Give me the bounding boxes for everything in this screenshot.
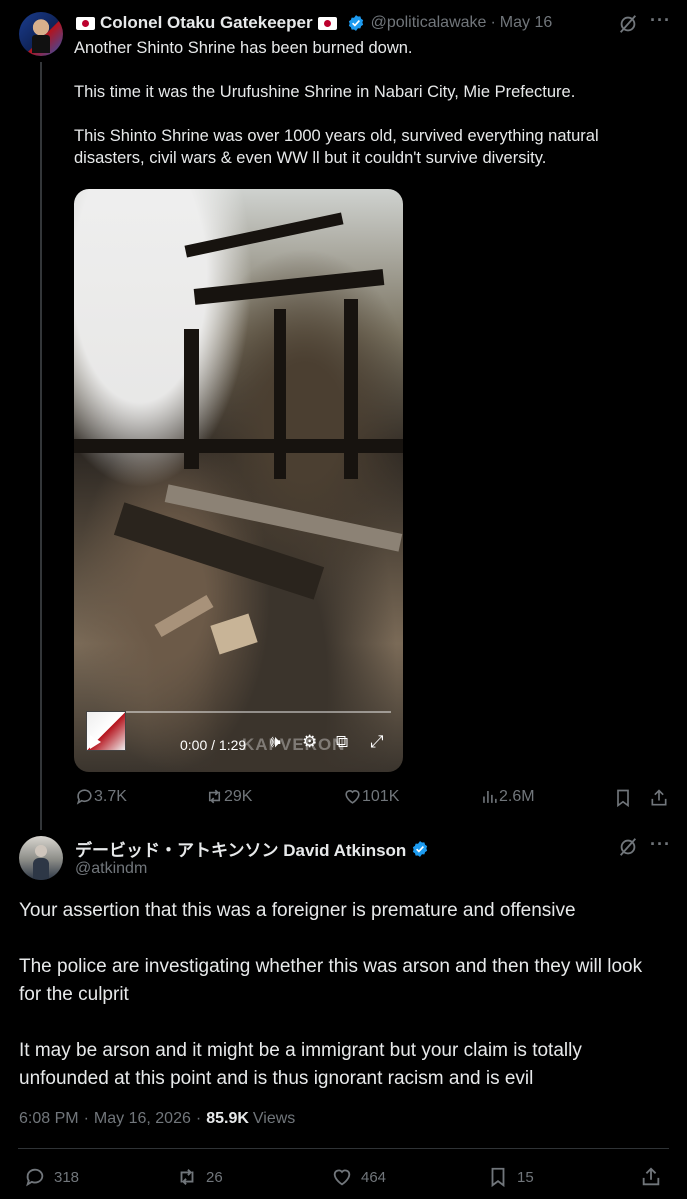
more-icon[interactable]: ··· (650, 10, 671, 31)
video-progress-bar[interactable] (86, 711, 391, 713)
reply-icon (26, 1168, 44, 1187)
bookmark-count: 15 (517, 1168, 534, 1186)
bookmark-icon[interactable] (613, 788, 633, 808)
repost-count: 26 (206, 1168, 223, 1186)
tweet2-header: デービッド・アトキンソン David Atkinson (75, 836, 429, 861)
play-icon[interactable] (90, 735, 101, 749)
reply-button[interactable]: 3.7K (75, 787, 127, 806)
grok-icon[interactable] (617, 836, 639, 858)
repost-button[interactable]: 26 (176, 1166, 223, 1188)
repost-icon (208, 789, 221, 804)
tweet2-handle[interactable]: @atkindm (75, 860, 147, 878)
avatar-colonel-otaku[interactable] (19, 12, 63, 56)
separator-dot: · (83, 1110, 89, 1127)
tweet2-meta: 6:08 PM · May 16, 2026 · 85.9K Views (19, 1110, 295, 1128)
tweet2-time[interactable]: 6:08 PM (19, 1110, 79, 1128)
heart-icon (345, 790, 360, 804)
thread-connector-line (40, 62, 42, 830)
reply-count: 318 (54, 1168, 80, 1186)
tweet2-views-count: 85.9K (206, 1110, 249, 1127)
tweet1-display-name[interactable]: Colonel Otaku Gatekeeper (100, 13, 313, 33)
tweet1-text: Another Shinto Shrine has been burned do… (74, 39, 599, 167)
separator-dot: · (195, 1110, 202, 1127)
separator-dot: · (490, 14, 496, 31)
reply-icon (76, 789, 92, 805)
avatar-david-atkinson[interactable] (19, 836, 63, 880)
share-icon[interactable] (640, 1166, 662, 1188)
bookmark-icon (491, 1167, 505, 1188)
like-count: 101K (362, 787, 400, 805)
japan-flag-icon (76, 16, 95, 30)
reply-count: 3.7K (94, 787, 127, 805)
tweet2-text: Your assertion that this was a foreigner… (19, 900, 643, 1089)
share-icon[interactable] (649, 788, 669, 808)
views-chart-icon (483, 790, 497, 803)
views-button[interactable]: 2.6M (480, 787, 535, 806)
verified-badge-icon (413, 840, 428, 857)
repost-icon (180, 1169, 194, 1185)
like-button[interactable]: 101K (343, 787, 399, 806)
tweet2-display-name[interactable]: デービッド・アトキンソン David Atkinson (75, 836, 406, 861)
fullscreen-icon[interactable]: ⤢ (370, 732, 384, 752)
tweet2-date[interactable]: May 16, 2026 (94, 1110, 191, 1128)
divider (18, 1148, 669, 1149)
tweet1-video[interactable]: 0:00 / 1:29 🕪 ⚙ ⧉ ⤢ KAI VERON (74, 189, 403, 772)
verified-badge-icon (348, 15, 363, 31)
video-watermark: KAI VERON (242, 735, 346, 754)
repost-count: 29K (224, 787, 253, 805)
tweet1-date[interactable]: May 16 (500, 14, 552, 32)
japan-flag-icon (317, 16, 337, 30)
tweet2-views-label: Views (252, 1110, 296, 1127)
like-count: 464 (361, 1168, 387, 1186)
grok-icon[interactable] (617, 13, 639, 35)
like-button[interactable]: 464 (331, 1166, 386, 1188)
repost-button[interactable]: 29K (205, 787, 252, 806)
bookmark-button[interactable]: 15 (487, 1166, 534, 1188)
reply-button[interactable]: 318 (24, 1166, 79, 1188)
video-time: 0:00 / 1:29 (180, 737, 247, 753)
heart-icon (333, 1169, 351, 1186)
tweet1-handle[interactable]: @politicalawake (371, 14, 487, 32)
views-count: 2.6M (499, 787, 535, 805)
tweet1-header: Colonel Otaku Gatekeeper @politicalawake… (74, 13, 552, 33)
more-icon[interactable]: ··· (650, 834, 671, 855)
